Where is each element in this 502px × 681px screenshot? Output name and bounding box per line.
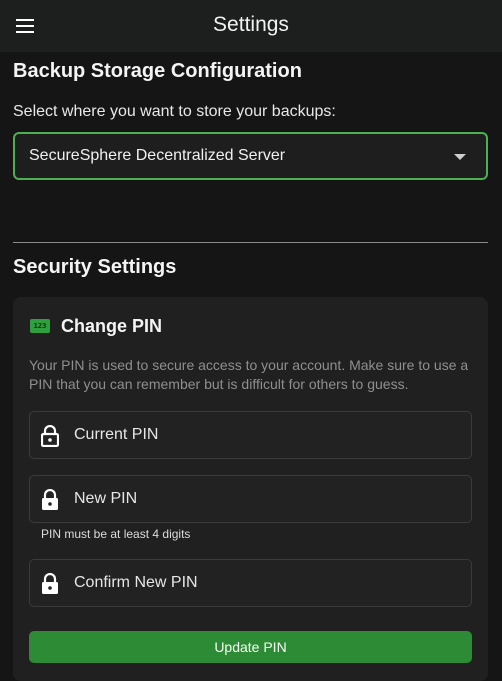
- update-pin-button[interactable]: Update PIN: [29, 631, 472, 663]
- storage-select-label: Select where you want to store your back…: [13, 103, 336, 120]
- change-pin-title: Change PIN: [61, 316, 163, 336]
- lock-icon: [42, 573, 58, 594]
- new-pin-hint: PIN must be at least 4 digits: [41, 527, 191, 541]
- change-pin-description: Your PIN is used to secure access to you…: [29, 357, 469, 392]
- storage-select[interactable]: SecureSphere Decentralized Server: [13, 132, 488, 180]
- menu-icon: [16, 19, 34, 33]
- storage-select-value: SecureSphere Decentralized Server: [29, 147, 286, 164]
- new-pin-label: New PIN: [74, 490, 138, 507]
- dropdown-arrow-icon: [454, 154, 466, 160]
- lock-icon: [41, 425, 59, 447]
- change-pin-card: 123 Change PIN Your PIN is used to secur…: [13, 297, 488, 681]
- new-pin-field[interactable]: New PIN: [29, 475, 472, 523]
- backup-section-title: Backup Storage Configuration: [13, 60, 302, 82]
- current-pin-label: Current PIN: [74, 426, 159, 443]
- confirm-pin-field[interactable]: Confirm New PIN: [29, 559, 472, 607]
- lock-icon: [42, 489, 58, 510]
- confirm-pin-label: Confirm New PIN: [74, 574, 198, 591]
- section-divider: [13, 242, 488, 243]
- menu-button[interactable]: [10, 11, 40, 41]
- pin-123-icon: 123: [30, 319, 50, 333]
- app-bar: Settings: [0, 0, 502, 52]
- current-pin-field[interactable]: Current PIN: [29, 411, 472, 459]
- page-title: Settings: [213, 13, 289, 36]
- security-section-title: Security Settings: [13, 256, 177, 278]
